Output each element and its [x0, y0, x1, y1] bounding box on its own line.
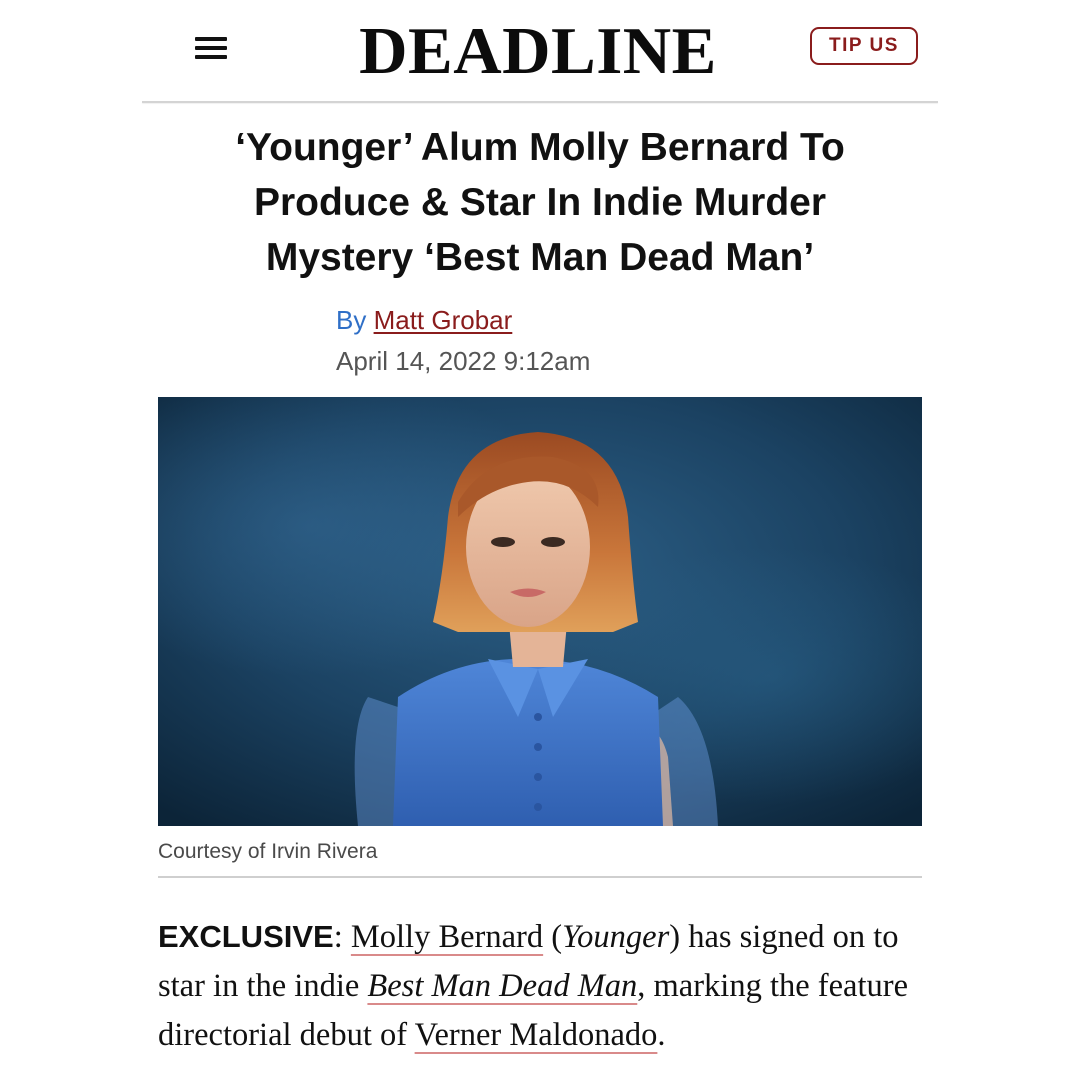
byline: By Matt Grobar: [336, 302, 512, 338]
menu-bar: [195, 46, 227, 50]
site-header: DEADLINE TIP US: [142, 0, 938, 104]
menu-bar: [195, 55, 227, 59]
author-link[interactable]: Matt Grobar: [374, 305, 513, 335]
article-body: EXCLUSIVE: Molly Bernard (Younger) has s…: [158, 912, 928, 1060]
header-divider: [142, 101, 938, 103]
hamburger-menu-icon[interactable]: [193, 33, 229, 63]
article-photo: [158, 397, 922, 826]
film-link[interactable]: Best Man Dead Man: [367, 968, 637, 1004]
headline-line: ‘Younger’ Alum Molly Bernard To: [235, 126, 845, 169]
site-logo[interactable]: DEADLINE: [332, 16, 744, 86]
caption-divider: [158, 876, 922, 878]
headline-line: Mystery ‘Best Man Dead Man’: [265, 236, 815, 279]
publish-date: April 14, 2022 9:12am: [336, 346, 591, 376]
body-text-segment: :: [333, 919, 351, 955]
show-title: Younger: [562, 919, 670, 955]
photo-caption: Courtesy of Irvin Rivera: [158, 840, 378, 863]
body-text-segment: .: [657, 1017, 666, 1053]
byline-prefix: By: [336, 305, 367, 335]
headline-line: Produce & Star In Indie Murder: [253, 181, 827, 224]
actor-link[interactable]: Molly Bernard: [351, 919, 543, 955]
body-text-segment: (: [543, 919, 563, 955]
exclusive-label: EXCLUSIVE: [158, 919, 334, 954]
article-headline: ‘Younger’ Alum Molly Bernard To Produce …: [160, 120, 920, 285]
tip-us-button[interactable]: TIP US: [810, 27, 918, 65]
menu-bar: [195, 37, 227, 41]
director-link[interactable]: Verner Maldonado: [415, 1017, 658, 1053]
